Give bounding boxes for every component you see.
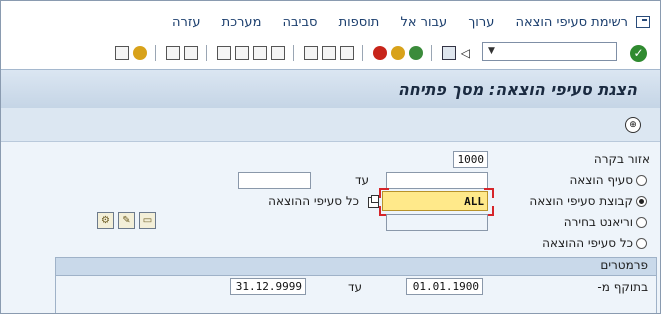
- parameters-header: פרמטרים: [600, 258, 648, 272]
- display-page-icon[interactable]: ▭: [139, 212, 156, 229]
- toolbar-separator: [155, 45, 156, 61]
- check-icon[interactable]: ✓: [630, 45, 647, 62]
- multiple-selection-icon[interactable]: [368, 195, 379, 208]
- toolbar-separator: [362, 45, 363, 61]
- toolbar-separator: [206, 45, 207, 61]
- hierarchy-icon[interactable]: ⚙: [97, 212, 114, 229]
- valid-from-input[interactable]: [406, 278, 483, 295]
- menu-item-environment[interactable]: סביבה: [283, 15, 318, 30]
- print-icon[interactable]: [340, 46, 354, 60]
- execute-icon[interactable]: ⊕: [625, 117, 641, 133]
- menu-item-cost-element-list[interactable]: רשימת סעיפי הוצאה: [515, 15, 628, 30]
- cost-element-to-label: עד: [355, 173, 370, 187]
- standard-toolbar: ✓ ▼ ◁: [1, 37, 660, 69]
- system-menu-icon[interactable]: [636, 16, 650, 28]
- exit-icon[interactable]: [391, 46, 405, 60]
- prev-page-icon[interactable]: [253, 46, 267, 60]
- menu-items: רשימת סעיפי הוצאה ערוך עבור אל תוספות סב…: [172, 15, 628, 30]
- cost-element-group-text: כל סעיפי ההוצאה: [268, 194, 359, 208]
- play-icon[interactable]: ◁: [460, 46, 470, 60]
- sap-window: רשימת סעיפי הוצאה ערוך עבור אל תוספות סב…: [0, 0, 661, 314]
- cancel-icon[interactable]: [373, 46, 387, 60]
- focus-corner: [379, 188, 389, 198]
- cost-element-label: סעיף הוצאה: [569, 173, 633, 187]
- focus-corner: [484, 188, 494, 198]
- chevron-down-icon[interactable]: ▼: [488, 46, 495, 56]
- create-session-icon[interactable]: [184, 46, 198, 60]
- all-cost-elements-label: כל סעיפי ההוצאה: [542, 236, 633, 250]
- control-area-input[interactable]: [453, 151, 488, 168]
- edit-pencil-icon[interactable]: ✎: [118, 212, 135, 229]
- next-page-icon[interactable]: [235, 46, 249, 60]
- page-title: הצגת סעיפי הוצאה: מסך פתיחה: [397, 80, 637, 99]
- save-icon[interactable]: [442, 46, 456, 60]
- cost-element-group-input[interactable]: [382, 191, 488, 211]
- cost-element-group-label: קבוצת סעיפי הוצאה: [529, 194, 633, 208]
- help-icon[interactable]: [133, 46, 147, 60]
- title-bar: הצגת סעיפי הוצאה: מסך פתיחה: [1, 69, 660, 109]
- control-area-label: אזור בקרה: [593, 152, 650, 166]
- cost-element-from-input[interactable]: [386, 172, 488, 189]
- first-page-icon[interactable]: [271, 46, 285, 60]
- find-next-icon[interactable]: [304, 46, 318, 60]
- cost-element-radio[interactable]: [636, 175, 647, 186]
- cost-element-group-radio[interactable]: [636, 196, 647, 207]
- valid-to-input[interactable]: [230, 278, 306, 295]
- shortcut-icon[interactable]: [166, 46, 180, 60]
- layout-icon[interactable]: [115, 46, 129, 60]
- cost-element-to-input[interactable]: [238, 172, 311, 189]
- command-field[interactable]: ▼: [482, 42, 617, 61]
- menu-item-goto[interactable]: עבור אל: [400, 15, 447, 30]
- variant-radio[interactable]: [636, 217, 647, 228]
- toolbar-icons: ◁: [111, 44, 470, 62]
- valid-from-label: בתוקף מ-: [597, 280, 648, 294]
- application-toolbar: ⊕: [1, 108, 660, 142]
- menu-item-edit[interactable]: ערוך: [468, 15, 494, 30]
- menu-item-help[interactable]: עזרה: [172, 15, 200, 30]
- menu-item-system[interactable]: מערכת: [222, 15, 262, 30]
- back-icon[interactable]: [409, 46, 423, 60]
- parameters-group-header: [56, 258, 656, 276]
- variant-label: וריאנט בחירה: [563, 215, 633, 229]
- all-cost-elements-radio[interactable]: [636, 238, 647, 249]
- toolbar-separator: [431, 45, 432, 61]
- toolbar-separator: [293, 45, 294, 61]
- menu-bar: רשימת סעיפי הוצאה ערוך עבור אל תוספות סב…: [1, 1, 660, 37]
- menu-item-extras[interactable]: תוספות: [339, 15, 380, 30]
- find-icon[interactable]: [322, 46, 336, 60]
- valid-to-label: עד: [348, 280, 363, 294]
- last-page-icon[interactable]: [217, 46, 231, 60]
- variant-input[interactable]: [386, 214, 488, 231]
